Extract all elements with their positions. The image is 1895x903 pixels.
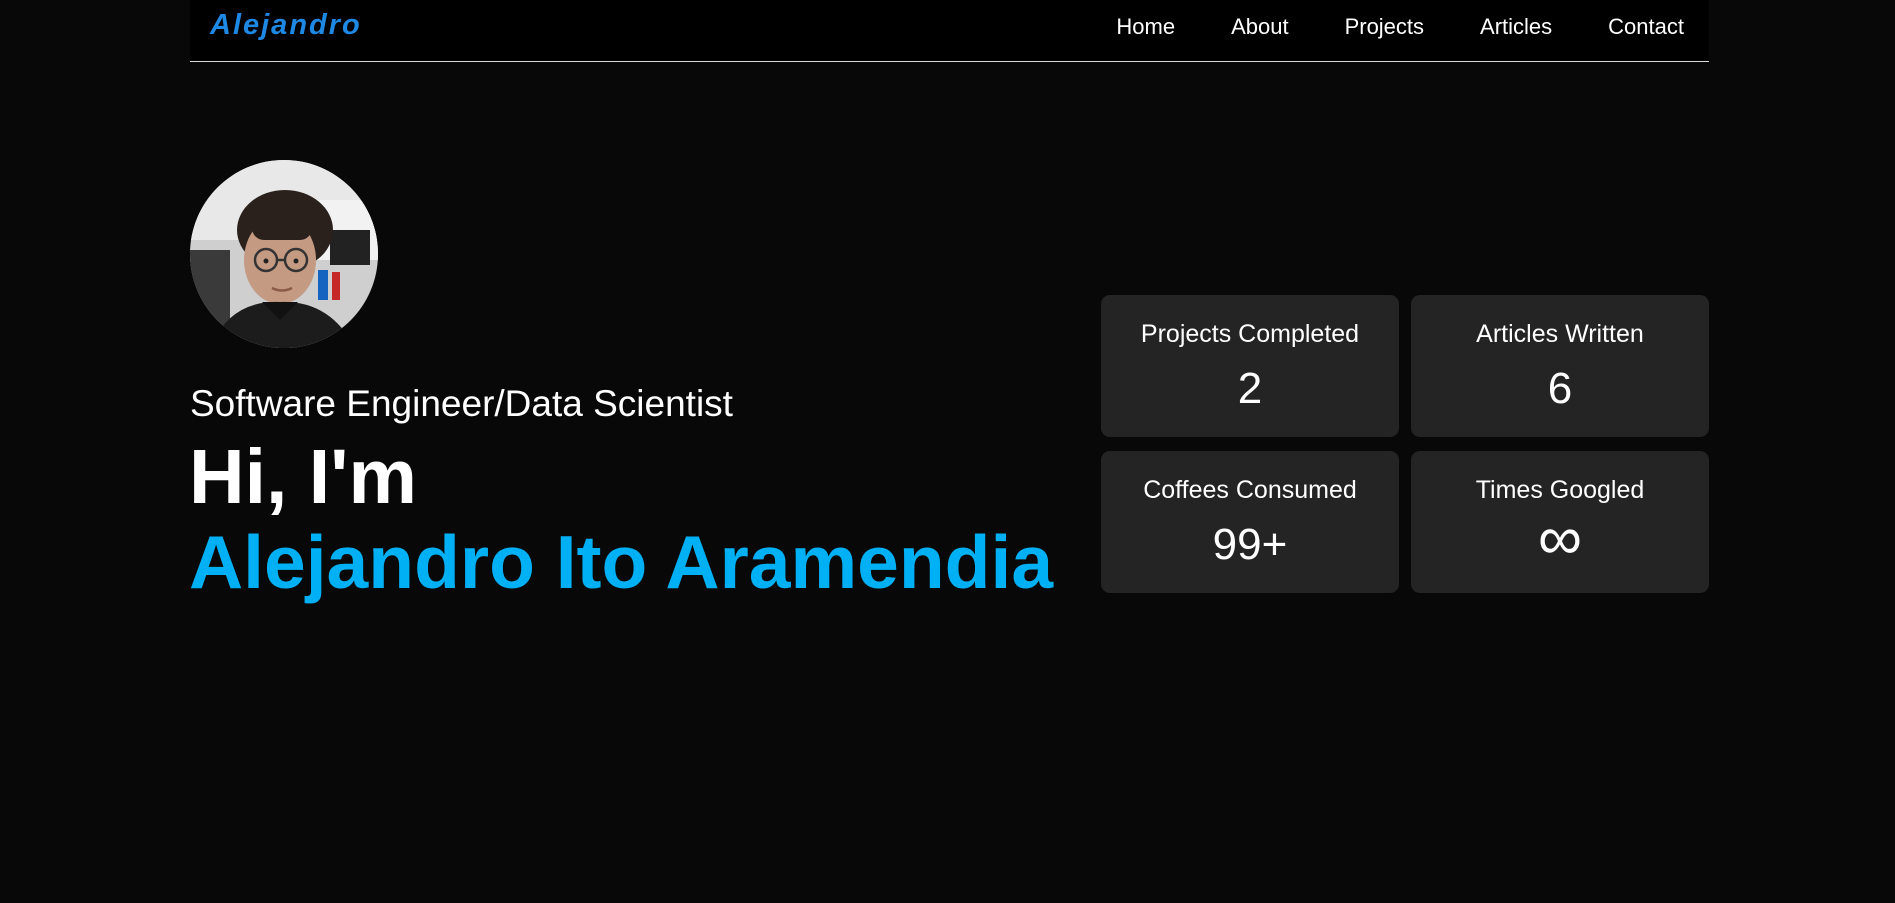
top-bar: Alejandro Home About Projects Articles C… (0, 0, 1895, 62)
nav-link-articles[interactable]: Articles (1480, 14, 1552, 40)
stat-label: Projects Completed (1140, 320, 1360, 348)
hero-subtitle: Software Engineer/Data Scientist (190, 383, 733, 424)
nav-link-about[interactable]: About (1231, 14, 1289, 40)
profile-photo (190, 160, 378, 348)
stat-label: Coffees Consumed (1143, 476, 1357, 504)
navbar: Alejandro Home About Projects Articles C… (190, 0, 1709, 62)
stat-value: ∞ (1537, 504, 1583, 573)
nav-link-home[interactable]: Home (1116, 14, 1175, 40)
stat-card-articles: Articles Written 6 (1411, 295, 1709, 437)
nav-link-projects[interactable]: Projects (1345, 14, 1424, 40)
nav-links: Home About Projects Articles Contact (1116, 14, 1684, 40)
profile-avatar (190, 160, 378, 348)
stat-card-googled: Times Googled ∞ (1411, 451, 1709, 593)
stat-card-coffees: Coffees Consumed 99+ (1101, 451, 1399, 593)
stat-card-projects: Projects Completed 2 (1101, 295, 1399, 437)
stat-value: 6 (1547, 364, 1573, 413)
stats-grid: Projects Completed 2 Articles Written 6 … (1101, 295, 1709, 593)
stat-value: 2 (1237, 364, 1263, 413)
hero-name: Alejandro Ito Aramendia (189, 520, 1054, 604)
nav-link-contact[interactable]: Contact (1608, 14, 1684, 40)
stat-label: Articles Written (1476, 320, 1644, 348)
hero-greeting: Hi, I'm (189, 434, 417, 520)
brand-logo-link[interactable]: Alejandro (210, 9, 362, 42)
stat-value: 99+ (1212, 520, 1288, 569)
stat-label: Times Googled (1475, 476, 1645, 504)
